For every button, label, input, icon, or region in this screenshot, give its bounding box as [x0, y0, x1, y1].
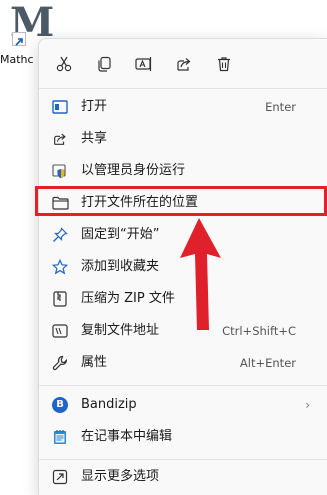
shortcut-arrow-icon [12, 32, 26, 46]
menu-item-label: 显示更多选项 [81, 469, 160, 484]
menu-item-label: 打开 [81, 99, 108, 114]
copy-button[interactable] [89, 49, 119, 79]
annotation-arrow-icon [180, 218, 221, 330]
delete-button[interactable] [209, 49, 239, 79]
menu-separator [39, 385, 327, 386]
menu-item-more-options[interactable]: 显示更多选项 [43, 461, 324, 493]
menu-item-properties[interactable]: 属性 Alt+Enter [43, 347, 324, 379]
menu-item-label: 在记事本中编辑 [81, 429, 173, 444]
menu-item-label: 固定到“开始” [81, 227, 160, 242]
menu-item-label: 复制文件地址 [81, 323, 160, 338]
menu-item-label: 添加到收藏夹 [81, 259, 160, 274]
share-button[interactable] [169, 49, 199, 79]
scissors-icon [56, 56, 72, 72]
path-icon [51, 322, 69, 340]
shortcut-label: Ctrl+Shift+C [222, 324, 296, 338]
open-window-icon [51, 98, 69, 116]
rename-icon [135, 57, 152, 71]
menu-item-label: 以管理员身份运行 [81, 163, 186, 178]
pin-icon [51, 226, 69, 244]
menu-item-bandizip[interactable]: B Bandizip › [43, 389, 324, 421]
shortcut-label: Alt+Enter [239, 356, 296, 370]
menu-item-open[interactable]: 打开 Enter [43, 91, 324, 123]
star-icon [51, 258, 69, 276]
menu-item-notepad-edit[interactable]: 在记事本中编辑 [43, 421, 324, 453]
share-icon [51, 130, 69, 148]
zip-icon [51, 290, 69, 308]
wrench-icon [51, 354, 69, 372]
menu-item-run-as-admin[interactable]: 以管理员身份运行 [43, 155, 324, 187]
notepad-icon [51, 428, 69, 446]
share-icon [177, 58, 191, 71]
trash-icon [218, 57, 230, 72]
more-options-icon [51, 468, 69, 486]
rename-button[interactable] [129, 49, 159, 79]
chevron-right-icon: › [305, 398, 310, 412]
menu-item-label: Bandizip [81, 397, 137, 412]
menu-item-label: 属性 [81, 355, 108, 370]
cut-button[interactable] [49, 49, 79, 79]
menu-item-share[interactable]: 共享 [43, 123, 324, 155]
menu-item-label: 压缩为 ZIP 文件 [81, 291, 175, 306]
menu-separator [39, 459, 327, 460]
shield-icon [51, 162, 69, 180]
shortcut-label: Enter [265, 100, 296, 114]
bandizip-icon: B [51, 396, 69, 414]
menu-item-label: 共享 [81, 131, 108, 146]
copy-icon [98, 56, 111, 72]
quick-action-bar [39, 39, 327, 89]
